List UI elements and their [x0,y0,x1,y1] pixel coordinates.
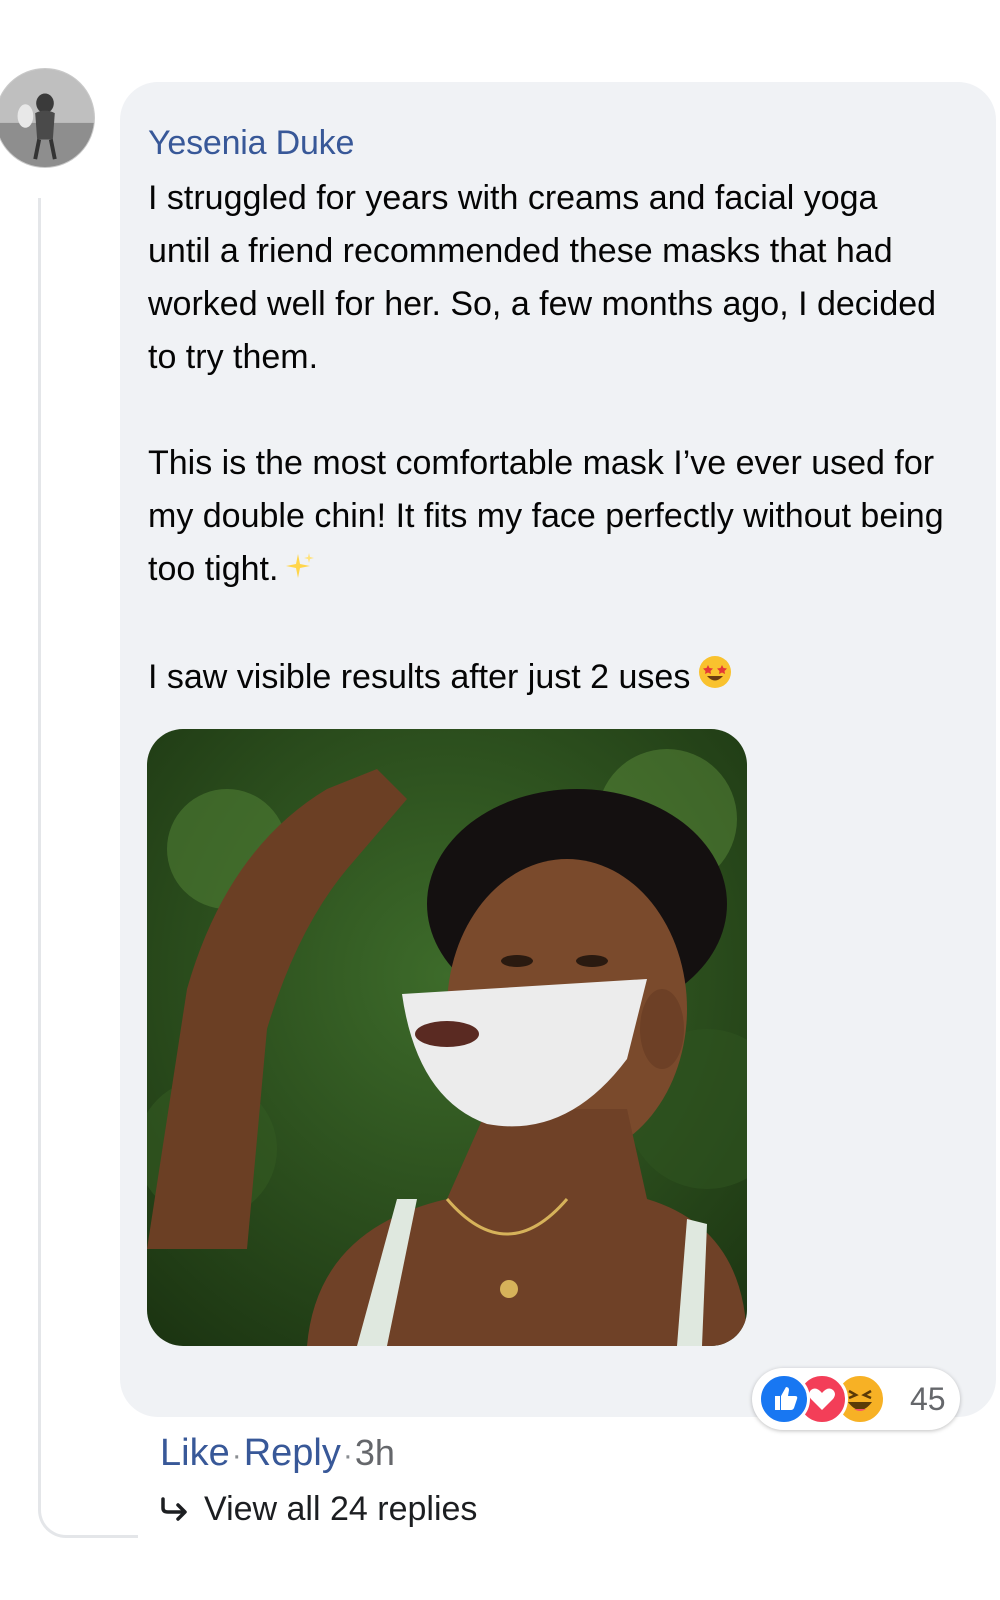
star-struck-emoji [698,652,732,705]
reaction-count: 45 [910,1381,946,1417]
comment-paragraph-1: I struggled for years with creams and fa… [148,179,937,376]
comment-paragraph-2: This is the most comfortable mask I’ve e… [148,437,948,598]
comment-actions: Like·Reply·3h [160,1432,395,1475]
comment-author-name[interactable]: Yesenia Duke [148,124,354,163]
comment-photo[interactable] [147,729,747,1346]
separator-dot: · [231,1439,242,1472]
comment-body: I struggled for years with creams and fa… [148,172,948,705]
comment-timestamp[interactable]: 3h [355,1432,395,1473]
view-replies-link[interactable]: View all 24 replies [160,1490,477,1531]
view-replies-label[interactable]: View all 24 replies [204,1490,477,1528]
comment-paragraph-2-text: This is the most comfortable mask I’ve e… [148,444,944,588]
sparkles-emoji [284,545,316,598]
reply-arrow-icon [160,1492,190,1531]
reply-link[interactable]: Reply [244,1432,341,1474]
author-avatar[interactable] [0,68,95,168]
reaction-summary[interactable]: 45 [752,1368,960,1430]
comment-paragraph-3: I saw visible results after just 2 uses [148,651,948,706]
separator-dot: · [342,1439,353,1472]
comment-paragraph-3-text: I saw visible results after just 2 uses [148,657,691,696]
like-reaction-icon [758,1373,810,1425]
like-link[interactable]: Like [160,1432,230,1474]
